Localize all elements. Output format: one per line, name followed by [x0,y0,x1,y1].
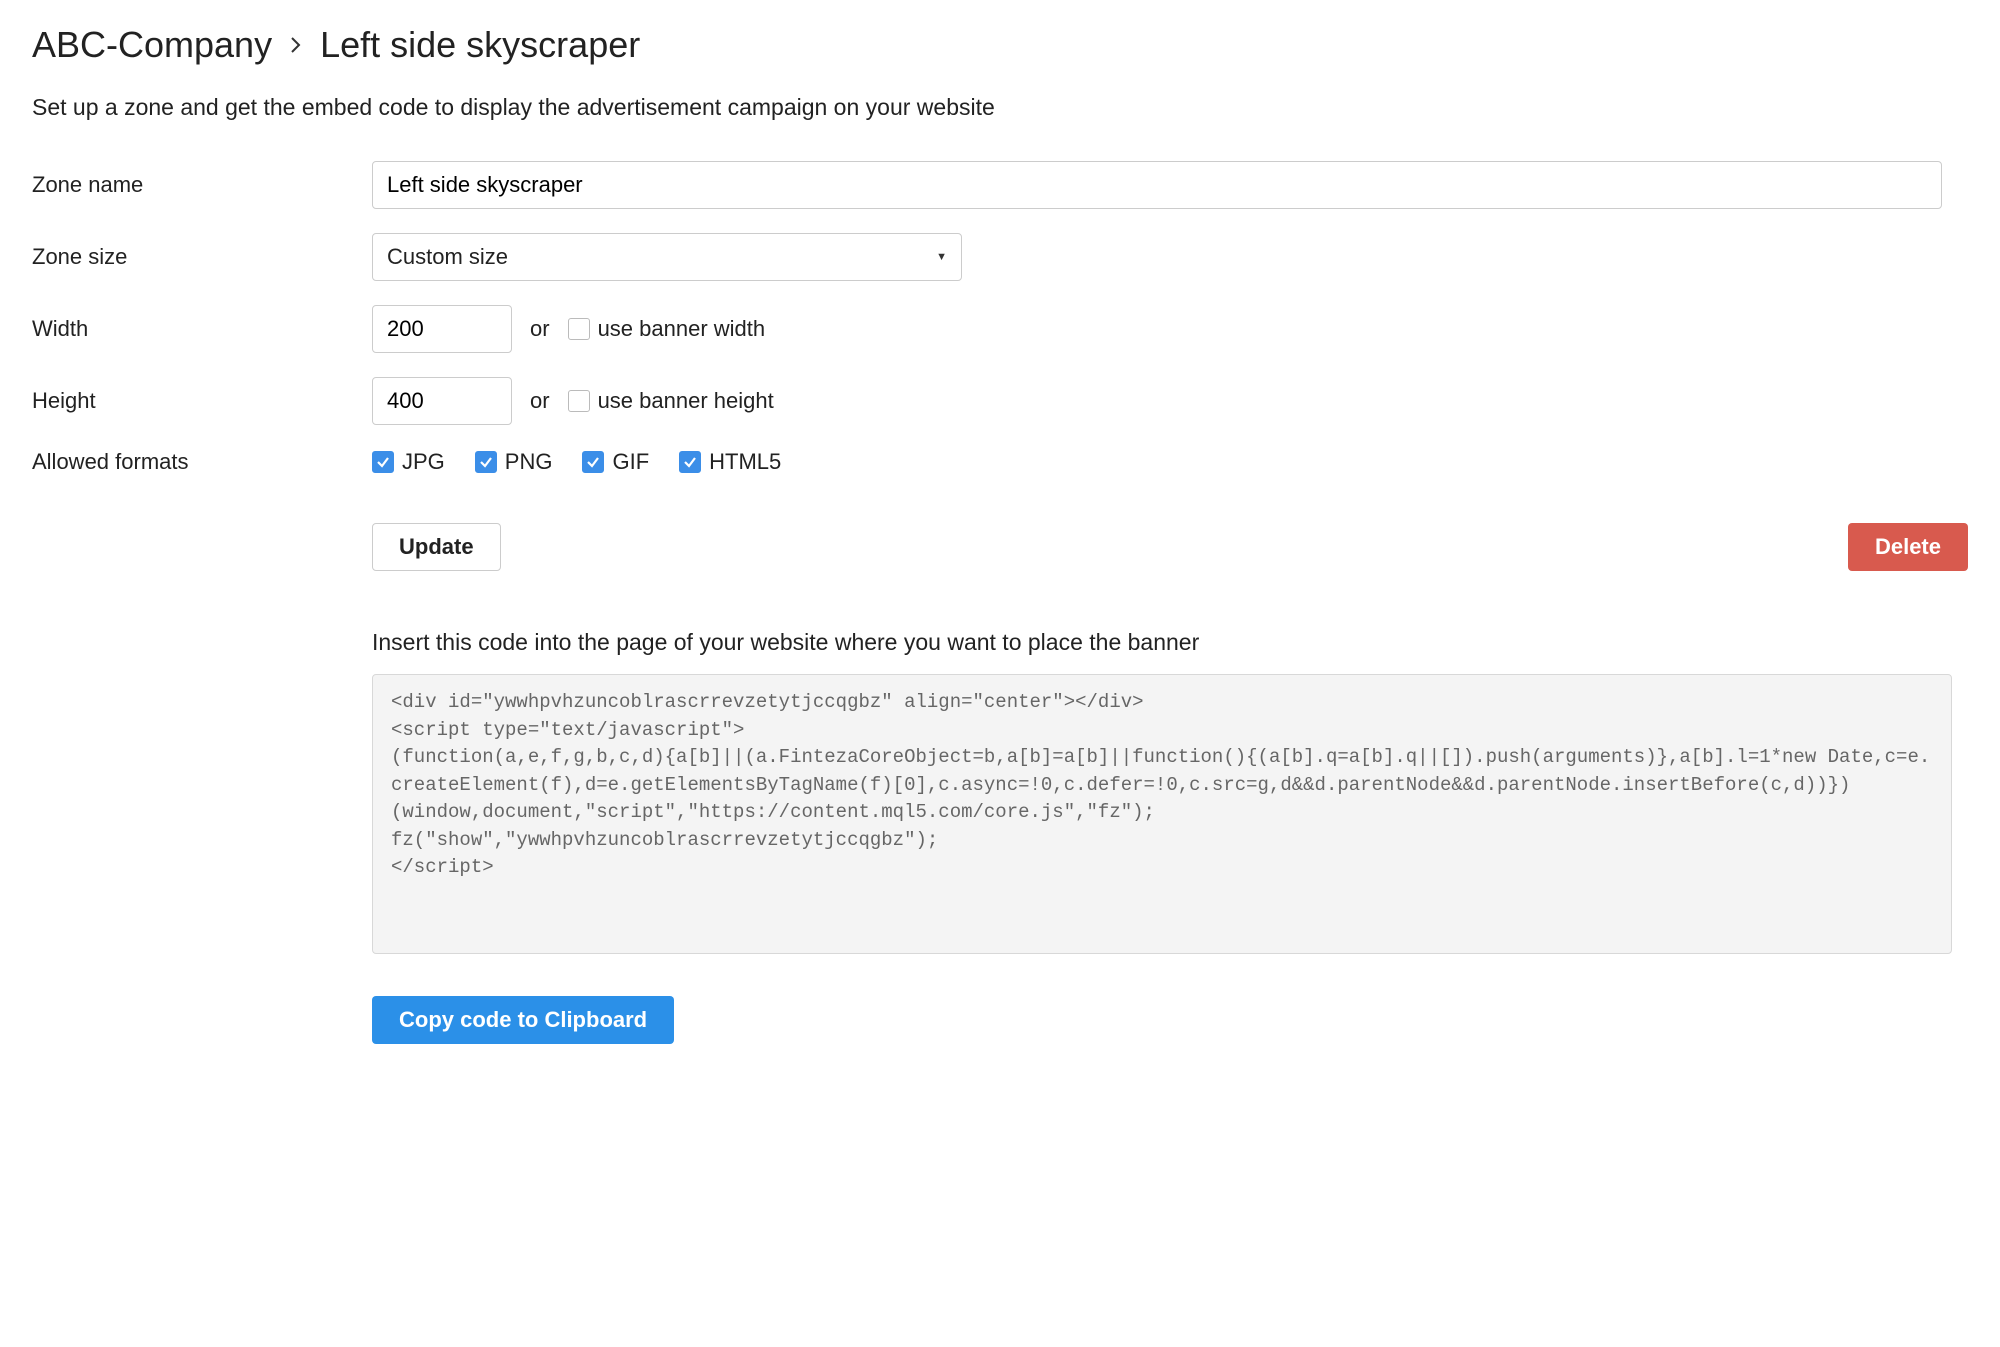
format-gif-label: GIF [612,449,649,475]
checkbox-checked-icon [679,451,701,473]
format-jpg-label: JPG [402,449,445,475]
width-input[interactable] [372,305,512,353]
checkbox-checked-icon [582,451,604,473]
update-button[interactable]: Update [372,523,501,571]
copy-code-button[interactable]: Copy code to Clipboard [372,996,674,1044]
embed-code-textarea[interactable] [372,674,1952,954]
insert-code-label: Insert this code into the page of your w… [372,629,1952,656]
height-input[interactable] [372,377,512,425]
use-banner-width-label: use banner width [598,316,766,342]
width-label: Width [32,316,372,342]
zone-size-label: Zone size [32,244,372,270]
width-or-text: or [530,316,550,342]
page-subtitle: Set up a zone and get the embed code to … [32,94,1968,121]
format-gif-checkbox[interactable]: GIF [582,449,649,475]
use-banner-height-label: use banner height [598,388,774,414]
zone-name-input[interactable] [372,161,1942,209]
format-png-label: PNG [505,449,553,475]
checkbox-checked-icon [372,451,394,473]
zone-size-value: Custom size [387,244,508,270]
delete-button[interactable]: Delete [1848,523,1968,571]
format-jpg-checkbox[interactable]: JPG [372,449,445,475]
format-html5-checkbox[interactable]: HTML5 [679,449,781,475]
breadcrumb-company[interactable]: ABC-Company [32,24,272,66]
height-or-text: or [530,388,550,414]
height-label: Height [32,388,372,414]
chevron-down-icon: ▼ [936,251,947,263]
use-banner-height-checkbox[interactable]: use banner height [568,388,774,414]
checkbox-icon [568,390,590,412]
breadcrumb: ABC-Company Left side skyscraper [32,24,1968,66]
format-png-checkbox[interactable]: PNG [475,449,553,475]
format-html5-label: HTML5 [709,449,781,475]
zone-size-select[interactable]: Custom size ▼ [372,233,962,281]
checkbox-checked-icon [475,451,497,473]
checkbox-icon [568,318,590,340]
allowed-formats-label: Allowed formats [32,449,372,475]
use-banner-width-checkbox[interactable]: use banner width [568,316,766,342]
chevron-right-icon [290,37,302,53]
zone-name-label: Zone name [32,172,372,198]
breadcrumb-zone: Left side skyscraper [320,24,640,66]
